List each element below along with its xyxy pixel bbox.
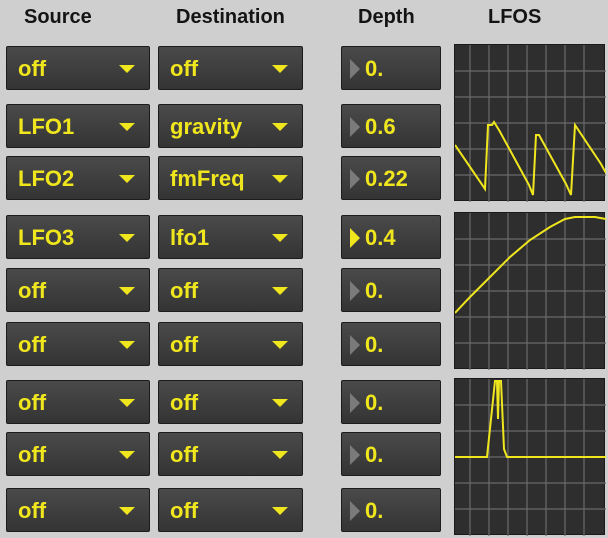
destination-menu[interactable]: off [158,322,303,366]
depth-number-box[interactable]: 0.6 [341,104,441,148]
source-menu[interactable]: off [6,46,150,90]
chevron-down-icon [119,451,135,459]
depth-value: 0. [365,390,384,415]
source-value: off [18,442,47,467]
destination-value: off [170,390,199,415]
destination-value: lfo1 [170,225,210,250]
source-value: LFO2 [18,166,75,191]
destination-value: fmFreq [170,166,245,191]
destination-menu[interactable]: lfo1 [158,215,303,259]
source-value: off [18,332,47,357]
chevron-down-icon [272,507,288,515]
chevron-down-icon [272,175,288,183]
destination-menu[interactable]: off [158,46,303,90]
depth-value: 0.4 [365,225,396,250]
destination-menu[interactable]: gravity [158,104,303,148]
destination-value: off [170,278,199,303]
depth-number-box[interactable]: 0.22 [341,156,441,200]
chevron-down-icon [119,234,135,242]
depth-value: 0. [365,278,384,303]
depth-number-box[interactable]: 0.4 [341,215,441,259]
depth-value: 0.22 [365,166,408,191]
destination-value: off [170,498,199,523]
chevron-down-icon [272,65,288,73]
chevron-down-icon [119,507,135,515]
destination-value: off [170,332,199,357]
header-source: Source [24,6,92,28]
source-value: off [18,390,47,415]
lfo3-scope [454,378,606,536]
header-lfos: LFOS [488,6,542,28]
source-value: LFO1 [18,114,75,139]
chevron-down-icon [119,341,135,349]
lfo1-scope [454,44,606,202]
depth-number-box[interactable]: 0. [341,268,441,312]
depth-number-box[interactable]: 0. [341,432,441,476]
depth-value: 0.6 [365,114,396,139]
header-destination: Destination [176,6,285,28]
chevron-down-icon [119,287,135,295]
destination-value: off [170,442,199,467]
destination-menu[interactable]: fmFreq [158,156,303,200]
destination-menu[interactable]: off [158,432,303,476]
play-triangle-icon [350,59,360,79]
chevron-down-icon [272,399,288,407]
source-menu[interactable]: LFO3 [6,215,150,259]
play-triangle-icon [350,117,360,137]
source-menu[interactable]: off [6,268,150,312]
source-menu[interactable]: LFO2 [6,156,150,200]
play-triangle-icon [350,335,360,355]
source-menu[interactable]: LFO1 [6,104,150,148]
play-triangle-icon [350,169,360,189]
depth-value: 0. [365,332,384,357]
chevron-down-icon [272,341,288,349]
chevron-down-icon [272,287,288,295]
source-value: off [18,278,47,303]
play-triangle-icon [350,228,360,248]
play-triangle-icon [350,393,360,413]
depth-number-box[interactable]: 0. [341,488,441,532]
depth-number-box[interactable]: 0. [341,322,441,366]
chevron-down-icon [119,123,135,131]
destination-menu[interactable]: off [158,268,303,312]
source-value: off [18,56,47,81]
source-menu[interactable]: off [6,488,150,532]
chevron-down-icon [119,399,135,407]
source-value: off [18,498,47,523]
source-menu[interactable]: off [6,432,150,476]
depth-value: 0. [365,442,384,467]
depth-value: 0. [365,498,384,523]
depth-number-box[interactable]: 0. [341,380,441,424]
depth-value: 0. [365,56,384,81]
play-triangle-icon [350,281,360,301]
depth-number-box[interactable]: 0. [341,46,441,90]
header-depth: Depth [358,6,415,28]
chevron-down-icon [272,123,288,131]
source-value: LFO3 [18,225,75,250]
play-triangle-icon [350,501,360,521]
lfo2-scope [454,212,606,370]
destination-menu[interactable]: off [158,380,303,424]
source-menu[interactable]: off [6,380,150,424]
chevron-down-icon [119,175,135,183]
destination-value: off [170,56,199,81]
chevron-down-icon [119,65,135,73]
chevron-down-icon [272,451,288,459]
destination-menu[interactable]: off [158,488,303,532]
source-menu[interactable]: off [6,322,150,366]
destination-value: gravity [170,114,243,139]
chevron-down-icon [272,234,288,242]
play-triangle-icon [350,445,360,465]
